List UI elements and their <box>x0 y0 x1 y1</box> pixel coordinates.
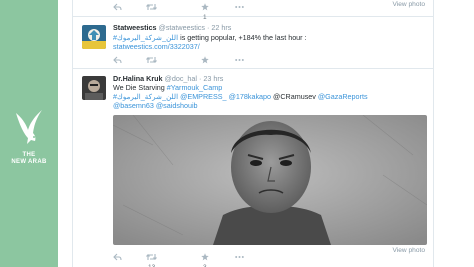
reply-icon <box>113 253 122 261</box>
tweet-photo[interactable] <box>113 115 427 245</box>
reply-icon <box>113 3 122 11</box>
more-button[interactable] <box>235 253 244 263</box>
tweet-previous: 1 View photo <box>73 0 433 21</box>
tweet-text-body: is getting popular, +184% the last hour … <box>178 33 307 42</box>
tweet-feed: 1 View photo Statweestics @statweestics … <box>72 0 434 267</box>
more-icon <box>235 256 244 259</box>
mention-link[interactable]: @saidshouib <box>156 101 198 110</box>
reply-button[interactable] <box>113 253 122 263</box>
avatar[interactable] <box>82 25 106 49</box>
mention-link[interactable]: @basemn63 <box>113 101 154 110</box>
more-icon <box>235 59 244 62</box>
star-icon <box>201 56 209 64</box>
author-name[interactable]: Dr.Halina Kruk <box>113 74 163 83</box>
author-name[interactable]: Statweestics <box>113 23 157 32</box>
retweet-icon <box>146 254 157 261</box>
tweet-halina-kruk: Dr.Halina Kruk @doc_hal · 23 hrs We Die … <box>73 69 433 267</box>
timeline: 1 View photo Statweestics @statweestics … <box>62 0 472 267</box>
view-photo-link[interactable]: View photo <box>392 247 425 254</box>
reply-button[interactable] <box>113 3 122 13</box>
more-button[interactable] <box>235 3 244 13</box>
hashtag-link[interactable]: #Yarmouk_Camp <box>167 83 222 92</box>
reply-button[interactable] <box>113 56 122 66</box>
tweet-time[interactable]: · 22 hrs <box>207 23 231 32</box>
tweet-text-body: We Die Starving <box>113 83 167 92</box>
like-button[interactable]: 3 <box>201 253 209 267</box>
tweet-text-line-1: We Die Starving #Yarmouk_Camp <box>113 83 222 92</box>
mention-text: @CRamusev <box>273 92 316 101</box>
tweet-link-line: statweestics.com/3322037/ <box>113 42 200 51</box>
bird-icon <box>16 110 42 144</box>
retweet-icon <box>146 57 157 64</box>
tweet-text: #اللن_شركة_اليرموك is getting popular, +… <box>113 33 307 42</box>
retweet-button[interactable]: 13 <box>146 253 157 267</box>
author-handle[interactable]: @statweestics <box>159 23 205 32</box>
mention-link[interactable]: @EMPRESS_ <box>180 92 226 101</box>
more-icon <box>235 6 244 9</box>
tweet-text-line-2: #اللن_شركة_اليرموك @EMPRESS_ @178kakapo … <box>113 92 368 101</box>
like-button[interactable] <box>201 56 209 66</box>
tweet-text-line-3: @basemn63 @saidshouib <box>113 101 198 110</box>
tweet-time[interactable]: · 23 hrs <box>199 74 223 83</box>
brand-line-1: THE <box>22 152 36 158</box>
hashtag-link[interactable]: #اللن_شركة_اليرموك <box>113 33 178 42</box>
avatar[interactable] <box>82 76 106 100</box>
url-link[interactable]: statweestics.com/3322037/ <box>113 42 200 51</box>
tweet-header: Statweestics @statweestics · 22 hrs <box>113 23 231 32</box>
tweet-statweestics: Statweestics @statweestics · 22 hrs #الل… <box>73 17 433 69</box>
more-button[interactable] <box>235 56 244 66</box>
hashtag-link[interactable]: #اللن_شركة_اليرموك <box>113 92 178 101</box>
view-photo-link[interactable]: View photo <box>392 1 425 8</box>
retweet-button[interactable] <box>146 3 157 13</box>
mention-link[interactable]: @GazaReports <box>318 92 368 101</box>
retweet-button[interactable] <box>146 56 157 66</box>
retweet-icon <box>146 4 157 11</box>
brand-line-2: NEW ARAB <box>11 159 47 165</box>
reply-icon <box>113 56 122 64</box>
brand-logo-text: THE NEW ARAB <box>6 152 52 166</box>
brand-sidebar: THE NEW ARAB <box>0 0 58 267</box>
like-button[interactable]: 1 <box>201 3 209 21</box>
star-icon <box>201 253 209 261</box>
tweet-header: Dr.Halina Kruk @doc_hal · 23 hrs <box>113 74 223 83</box>
star-icon <box>201 3 209 11</box>
mention-link[interactable]: @178kakapo <box>229 92 271 101</box>
author-handle[interactable]: @doc_hal <box>165 74 197 83</box>
